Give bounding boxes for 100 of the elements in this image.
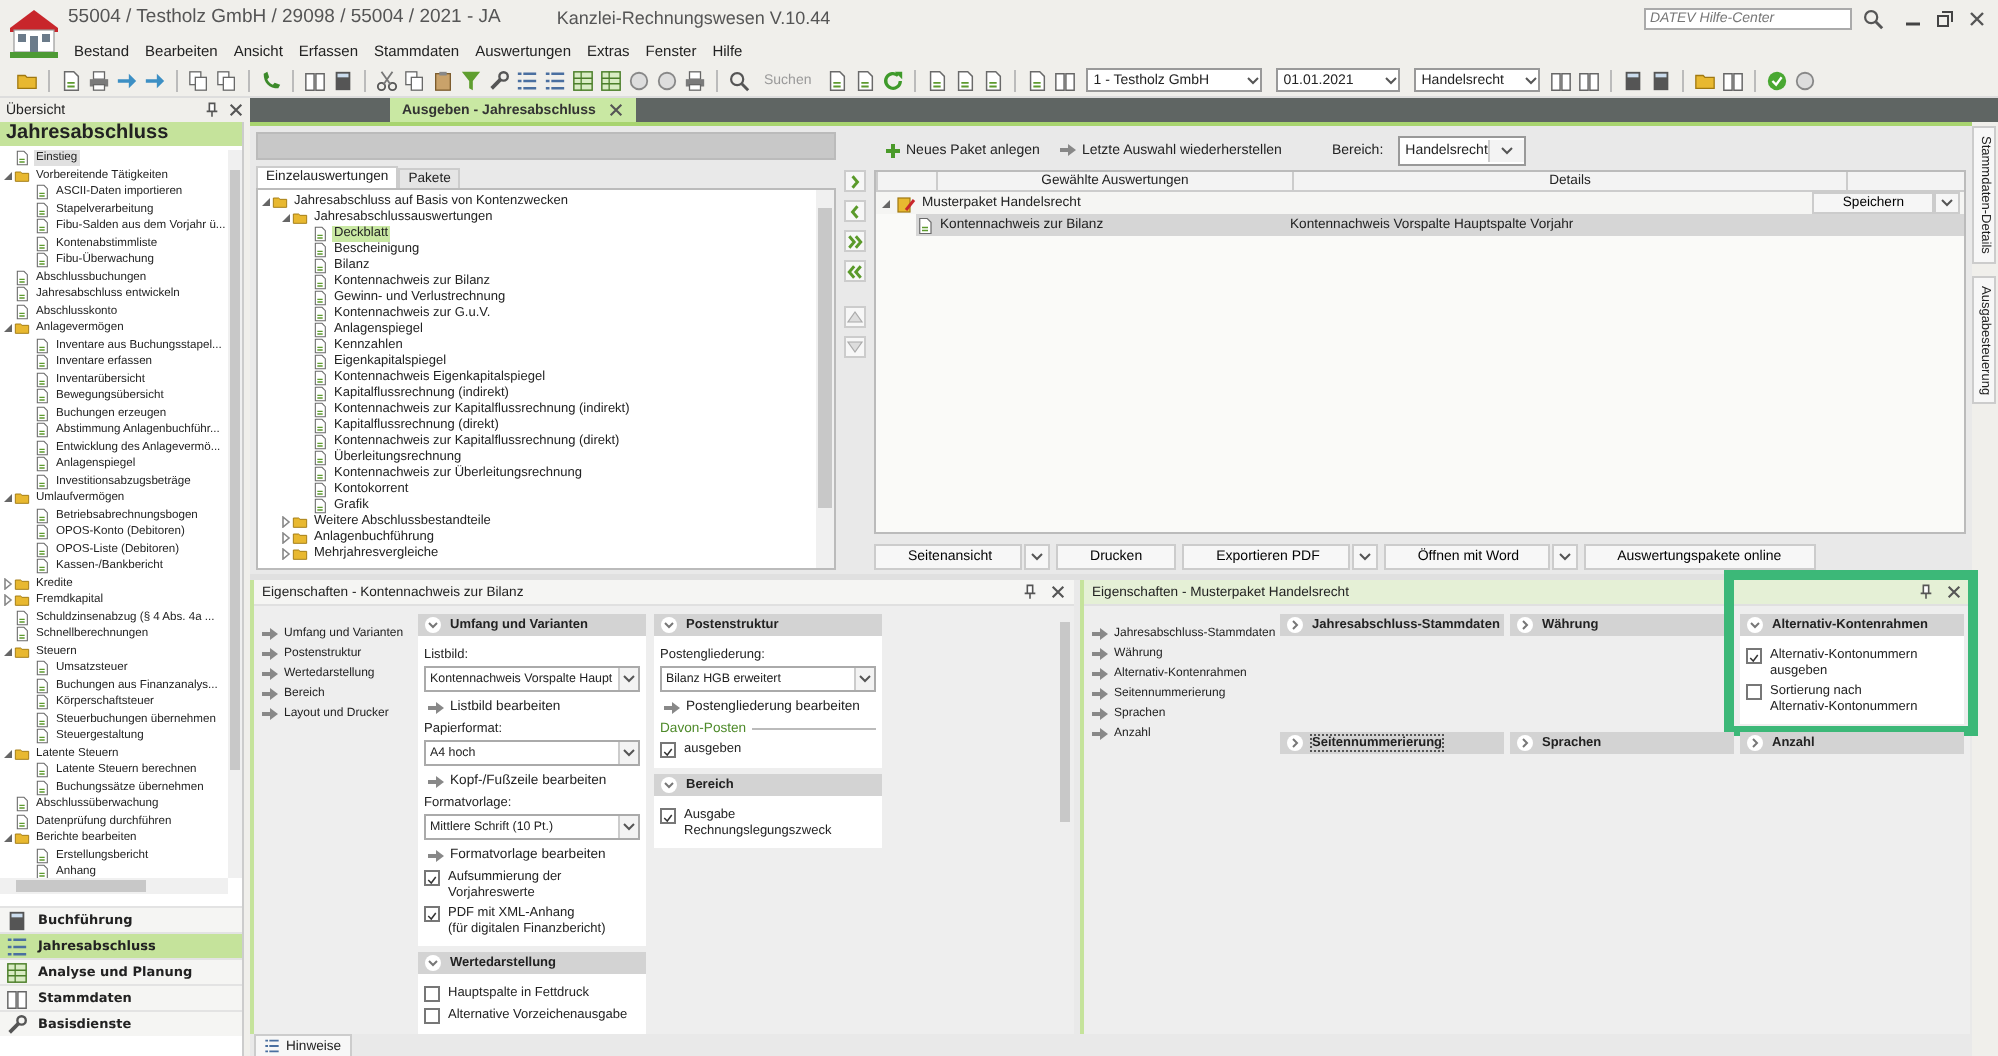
copy-icon[interactable] bbox=[404, 69, 426, 91]
search-icon[interactable] bbox=[728, 69, 750, 91]
pin-icon[interactable] bbox=[1022, 584, 1038, 600]
checkbox[interactable] bbox=[660, 742, 676, 758]
close-icon[interactable] bbox=[1050, 584, 1066, 600]
expand-icon[interactable] bbox=[280, 532, 292, 544]
printer-icon[interactable] bbox=[684, 69, 706, 91]
checkbox[interactable] bbox=[660, 808, 676, 824]
check-circle-icon[interactable] bbox=[1765, 69, 1788, 91]
collapse-icon[interactable] bbox=[880, 197, 892, 209]
arrow-icon[interactable] bbox=[144, 69, 166, 91]
book-icon[interactable] bbox=[1721, 69, 1744, 91]
search-icon[interactable] bbox=[1862, 7, 1884, 29]
collapse-icon[interactable] bbox=[2, 645, 14, 658]
checkbox[interactable] bbox=[424, 1008, 440, 1024]
close-icon[interactable] bbox=[1968, 9, 1986, 27]
checkbox[interactable] bbox=[1746, 684, 1762, 700]
grid-icon[interactable] bbox=[572, 69, 594, 91]
checkbox[interactable] bbox=[424, 986, 440, 1002]
list-icon[interactable] bbox=[544, 69, 566, 91]
pin-icon[interactable] bbox=[204, 102, 220, 118]
expand-icon[interactable] bbox=[1516, 616, 1534, 634]
collapse-icon[interactable] bbox=[260, 196, 272, 208]
grid-icon[interactable] bbox=[600, 69, 622, 91]
move-right-button[interactable] bbox=[844, 170, 866, 192]
checkbox[interactable] bbox=[424, 906, 440, 922]
dropdown-button[interactable] bbox=[1551, 544, 1578, 570]
printer-icon[interactable] bbox=[88, 69, 110, 91]
close-icon[interactable] bbox=[1946, 584, 1962, 600]
collapse-icon[interactable] bbox=[1746, 616, 1764, 634]
document-icon[interactable] bbox=[60, 69, 82, 91]
expand-icon[interactable] bbox=[280, 548, 292, 560]
copy-icon[interactable] bbox=[188, 69, 210, 91]
restore-icon[interactable] bbox=[1936, 9, 1954, 27]
document-icon[interactable] bbox=[1025, 69, 1048, 91]
pin-icon[interactable] bbox=[1918, 584, 1934, 600]
collapse-icon[interactable] bbox=[2, 169, 14, 182]
book-icon[interactable] bbox=[1053, 69, 1076, 91]
calculator-icon[interactable] bbox=[6, 909, 28, 931]
collapse-icon[interactable] bbox=[660, 616, 678, 634]
expand-icon[interactable] bbox=[2, 577, 14, 590]
move-all-left-button[interactable] bbox=[844, 260, 866, 282]
funnel-icon[interactable] bbox=[460, 69, 482, 91]
close-icon[interactable] bbox=[607, 102, 624, 118]
book-icon[interactable] bbox=[1577, 69, 1600, 91]
circle-icon[interactable] bbox=[628, 69, 650, 91]
calculator-icon[interactable] bbox=[1649, 69, 1672, 91]
expand-icon[interactable] bbox=[1286, 734, 1304, 752]
close-icon[interactable] bbox=[228, 102, 244, 118]
expand-icon[interactable] bbox=[1746, 734, 1764, 752]
collapse-icon[interactable] bbox=[280, 212, 292, 224]
expand-icon[interactable] bbox=[2, 594, 14, 607]
collapse-icon[interactable] bbox=[660, 776, 678, 794]
folder-icon bbox=[14, 490, 30, 507]
book-icon[interactable] bbox=[304, 69, 326, 91]
collapse-icon[interactable] bbox=[2, 492, 14, 505]
checkbox[interactable] bbox=[1746, 648, 1762, 664]
collapse-icon[interactable] bbox=[424, 616, 442, 634]
calculator-icon[interactable] bbox=[332, 69, 354, 91]
arrow-icon[interactable] bbox=[116, 69, 138, 91]
refresh-icon[interactable] bbox=[881, 69, 904, 91]
save-menu-button[interactable] bbox=[1934, 192, 1960, 214]
grid-icon[interactable] bbox=[6, 961, 28, 983]
scissors-icon[interactable] bbox=[376, 69, 398, 91]
list-icon[interactable] bbox=[6, 935, 28, 957]
book-icon[interactable] bbox=[1549, 69, 1572, 91]
wrench-icon[interactable] bbox=[488, 69, 510, 91]
wrench-icon[interactable] bbox=[6, 1013, 28, 1035]
collapse-icon[interactable] bbox=[424, 954, 442, 972]
double-chevron-icon bbox=[846, 231, 864, 251]
expand-icon[interactable] bbox=[1516, 734, 1534, 752]
collapse-icon[interactable] bbox=[2, 747, 14, 760]
move-left-button[interactable] bbox=[844, 200, 866, 222]
caret-icon bbox=[858, 674, 872, 684]
dropdown-button[interactable] bbox=[1024, 544, 1051, 570]
collapse-icon[interactable] bbox=[2, 322, 14, 335]
calculator-icon[interactable] bbox=[1621, 69, 1644, 91]
document-icon[interactable] bbox=[853, 69, 876, 91]
circle-icon[interactable] bbox=[1793, 69, 1816, 91]
scrollbar[interactable] bbox=[816, 190, 834, 568]
document-icon[interactable] bbox=[825, 69, 848, 91]
circle-icon[interactable] bbox=[656, 69, 678, 91]
scrollbar[interactable] bbox=[0, 878, 228, 894]
move-all-right-button[interactable] bbox=[844, 230, 866, 252]
document-icon[interactable] bbox=[925, 69, 948, 91]
list-icon[interactable] bbox=[516, 69, 538, 91]
dropdown-button[interactable] bbox=[1351, 544, 1378, 570]
folder-icon[interactable] bbox=[1693, 69, 1716, 91]
phone-icon[interactable] bbox=[260, 69, 282, 91]
document-icon[interactable] bbox=[953, 69, 976, 91]
document-icon[interactable] bbox=[981, 69, 1004, 91]
checkbox[interactable] bbox=[424, 870, 440, 886]
scrollbar[interactable] bbox=[228, 150, 242, 878]
collapse-icon[interactable] bbox=[2, 832, 14, 845]
folder-icon[interactable] bbox=[16, 69, 38, 91]
clipboard-icon[interactable] bbox=[432, 69, 454, 91]
expand-icon[interactable] bbox=[280, 516, 292, 528]
expand-icon[interactable] bbox=[1286, 616, 1304, 634]
book-icon[interactable] bbox=[6, 987, 28, 1009]
copy-icon[interactable] bbox=[216, 69, 238, 91]
